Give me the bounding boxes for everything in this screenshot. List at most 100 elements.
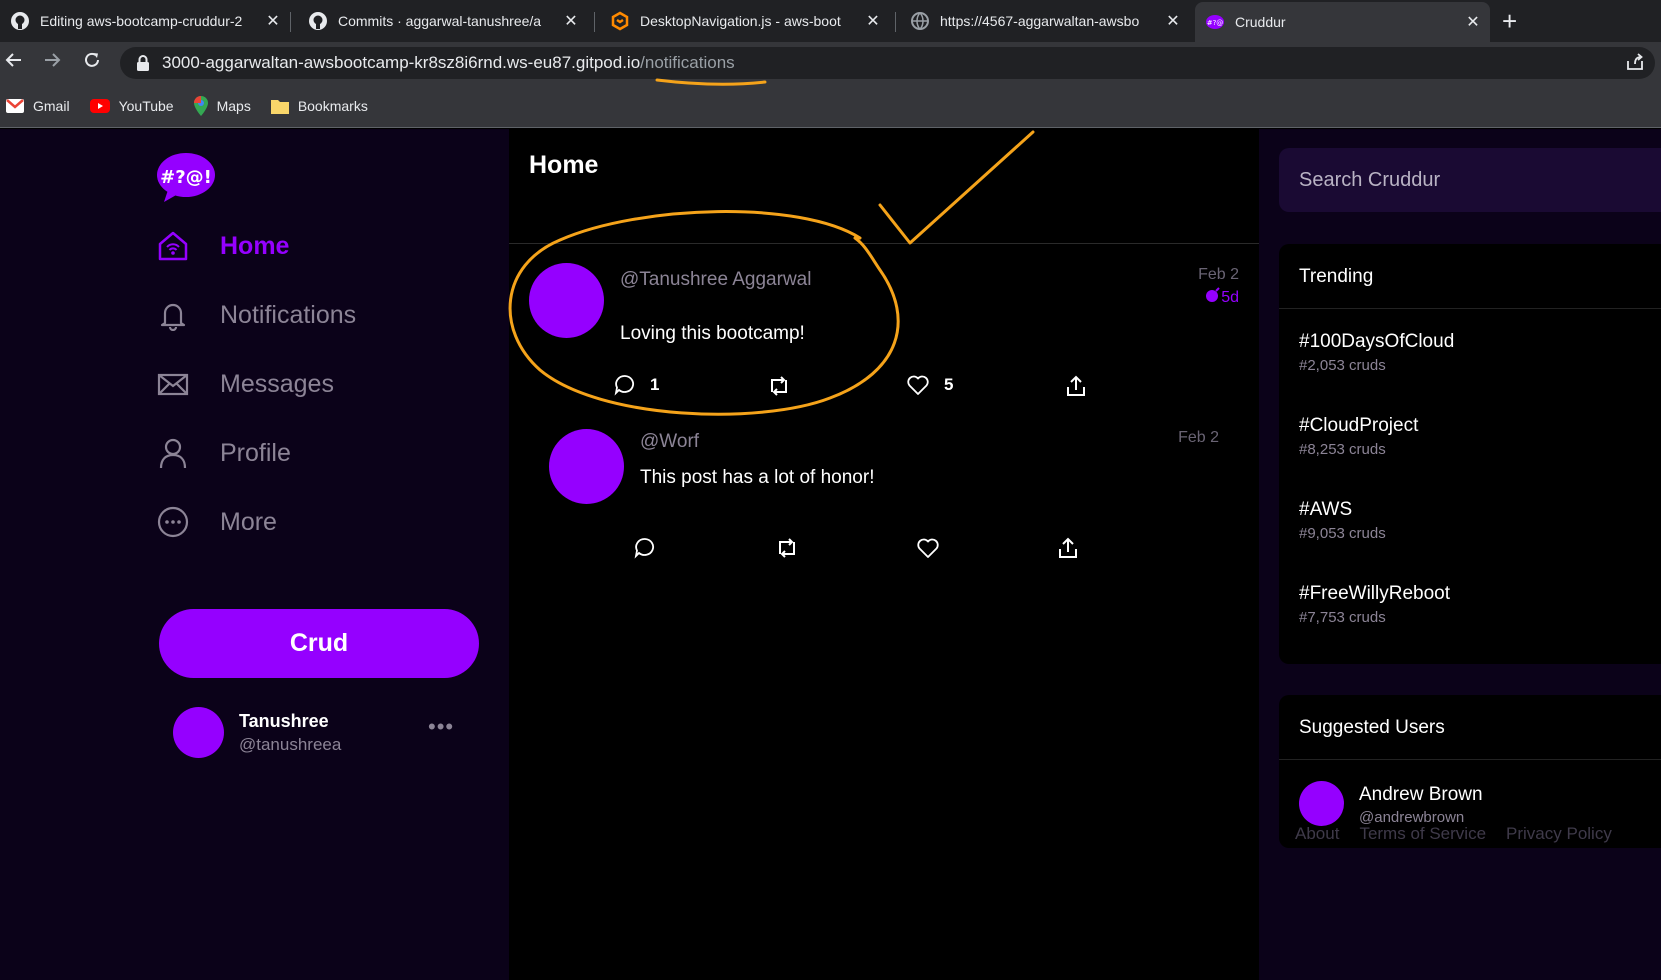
browser-tab-4[interactable]: https://4567-aggarwaltan-awsbo ✕ [900,0,1190,42]
trend-count: #9,053 cruds [1299,525,1386,542]
bell-icon [156,298,190,332]
share-icon [1067,375,1085,396]
bookmark-folder[interactable]: Bookmarks [270,97,368,114]
bookmark-label: Maps [216,97,251,114]
profile-info[interactable]: Tanushree @tanushreea ••• [173,707,473,763]
footer-about-link[interactable]: About [1295,824,1339,844]
search-input[interactable] [1279,148,1661,212]
bookmark-gmail[interactable]: Gmail [6,98,70,114]
trend-count: #8,253 cruds [1299,441,1386,458]
feed-header: Home [509,129,1259,244]
browser-tab-active[interactable]: #?@ Cruddur ✕ [1195,2,1490,42]
activity-handle[interactable]: @Worf [640,431,699,453]
nav-home[interactable]: Home [156,229,289,263]
browser-tab-2[interactable]: Commits · aggarwal-tanushree/a ✕ [298,0,588,42]
avatar [173,707,224,758]
cruddur-icon: #?@ [1205,12,1225,32]
repost-icon [771,376,787,396]
share-icon [1059,537,1077,558]
profile-menu-icon[interactable]: ••• [428,714,454,740]
lock-icon [136,55,150,71]
avatar[interactable] [549,429,624,504]
tab-title: https://4567-aggarwaltan-awsbo [940,13,1140,29]
share-button[interactable] [1065,375,1101,397]
nav-label: More [220,507,277,536]
nav-more[interactable]: More [156,505,277,539]
activity-handle[interactable]: @Tanushree Aggarwal [620,269,811,291]
user-icon [156,436,190,470]
reply-button[interactable]: 1 [614,374,659,396]
browser-tab-bar: Editing aws-bootcamp-cruddur-2 ✕ Commits… [0,0,1661,42]
close-icon[interactable]: ✕ [564,11,578,31]
heart-icon [907,375,929,395]
trend-item[interactable]: #AWS #9,053 cruds [1279,477,1661,561]
close-icon[interactable]: ✕ [266,11,280,31]
nav-notifications[interactable]: Notifications [156,298,356,332]
like-count: 5 [944,375,954,394]
suggested-user-name: Andrew Brown [1359,784,1483,805]
activity-item[interactable]: @Tanushree Aggarwal Loving this bootcamp… [509,245,1259,411]
logo-text: #?@! [160,167,212,188]
tab-title: DesktopNavigation.js - aws-boot [640,13,841,29]
page-title: Home [529,151,599,179]
footer-terms-link[interactable]: Terms of Service [1359,824,1486,844]
nav-label: Profile [220,438,291,467]
tab-title: Commits · aggarwal-tanushree/a [338,13,542,29]
trend-name: #100DaysOfCloud [1299,331,1455,352]
nav-messages[interactable]: Messages [156,367,334,401]
repost-button[interactable] [775,537,813,559]
cruddur-logo[interactable]: #?@! [156,152,218,209]
browser-tab-3[interactable]: DesktopNavigation.js - aws-boot ✕ [600,0,890,42]
bookmark-label: Bookmarks [297,97,368,114]
reply-button[interactable] [634,537,670,559]
github-icon [10,11,30,31]
close-icon[interactable]: ✕ [1466,12,1480,32]
trend-item[interactable]: #100DaysOfCloud #2,053 cruds [1279,309,1661,393]
url-host: 3000-aggarwaltan-awsbootcamp-kr8sz8i6rnd… [162,53,641,72]
tab-divider [895,12,896,32]
suggested-title: Suggested Users [1279,695,1661,760]
bomb-icon [1205,287,1221,308]
new-tab-icon[interactable]: + [1502,6,1517,37]
reload-icon[interactable] [80,50,104,75]
footer-links: About Terms of Service Privacy Policy [1295,824,1632,844]
footer-privacy-link[interactable]: Privacy Policy [1506,824,1612,844]
close-icon[interactable]: ✕ [1166,11,1180,31]
trend-item[interactable]: #CloudProject #8,253 cruds [1279,393,1661,477]
youtube-icon [89,98,110,113]
repost-button[interactable] [767,375,805,397]
activity-item[interactable]: @Worf This post has a lot of honor! Feb … [509,411,1259,571]
url-path: /notifications [640,53,735,72]
share-button[interactable] [1057,537,1093,559]
bookmark-youtube[interactable]: YouTube [89,98,174,114]
envelope-icon [156,367,190,401]
nav-label: Messages [220,369,334,398]
close-icon[interactable]: ✕ [866,11,880,31]
like-button[interactable] [916,537,954,559]
address-bar[interactable]: 3000-aggarwaltan-awsbootcamp-kr8sz8i6rnd… [120,47,1655,79]
folder-icon [270,98,289,114]
desktop-navigation: #?@! Home Notifications Messages Profile… [0,129,509,980]
tab-title: Editing aws-bootcamp-cruddur-2 [40,13,243,29]
back-arrow-icon[interactable] [2,50,26,75]
tab-divider [290,12,291,32]
forward-arrow-icon[interactable] [40,50,64,75]
profile-display-name: Tanushree [239,711,329,731]
trend-item[interactable]: #FreeWillyReboot #7,753 cruds [1279,561,1661,645]
profile-handle: @tanushreea [239,735,342,754]
activity-time: Feb 2 [1198,266,1239,283]
like-button[interactable]: 5 [906,374,953,396]
avatar[interactable] [529,263,604,338]
github-icon [308,11,328,31]
browser-toolbar: 3000-aggarwaltan-awsbootcamp-kr8sz8i6rnd… [0,42,1661,84]
gitpod-icon [610,11,630,31]
home-feed: Home @Tanushree Aggarwal Loving this boo… [509,129,1259,980]
browser-tab-1[interactable]: Editing aws-bootcamp-cruddur-2 ✕ [0,0,290,42]
tab-divider [594,12,595,32]
share-icon[interactable] [1625,52,1645,77]
bookmark-maps[interactable]: Maps [193,95,251,116]
home-icon [156,229,190,263]
crud-button[interactable]: Crud [159,609,479,678]
nav-profile[interactable]: Profile [156,436,291,470]
trending-section: Trending #100DaysOfCloud #2,053 cruds #C… [1279,244,1661,664]
